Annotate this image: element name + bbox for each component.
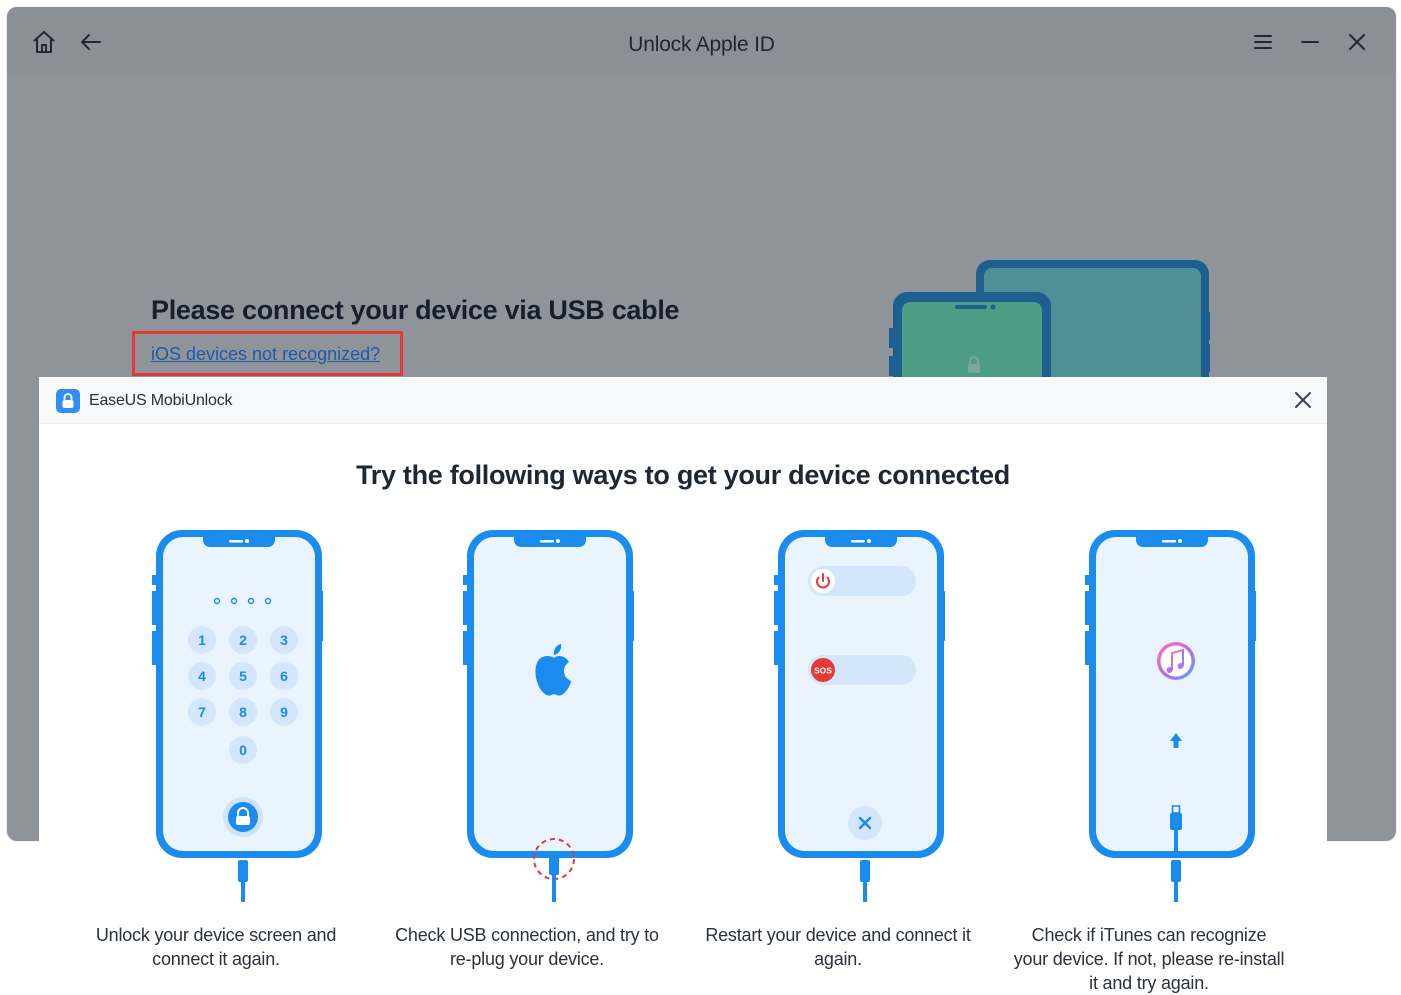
ios-not-recognized-link[interactable]: iOS devices not recognized?	[151, 344, 380, 365]
dialog-close-icon[interactable]	[1291, 388, 1315, 412]
key-7: 7	[198, 704, 206, 720]
title-bar: Unlock Apple ID	[7, 7, 1396, 73]
phone-passcode-icon: 1 2 3 4 5 6 7 8 9 0	[152, 530, 323, 902]
step-caption: Restart your device and connect it again…	[705, 925, 971, 969]
key-8: 8	[239, 704, 247, 720]
key-9: 9	[280, 704, 288, 720]
connect-heading: Please connect your device via USB cable	[151, 295, 680, 325]
cancel-icon	[848, 806, 882, 840]
app-logo-icon	[56, 389, 80, 413]
devices-illustration	[889, 260, 1210, 392]
close-icon[interactable]	[1343, 28, 1371, 56]
step-caption: Check if iTunes can recognize your devic…	[1013, 925, 1285, 993]
power-icon	[811, 569, 835, 593]
key-1: 1	[198, 632, 206, 648]
step-caption: Check USB connection, and try to re-plug…	[395, 925, 659, 969]
svg-text:SOS: SOS	[814, 666, 832, 676]
window-title: Unlock Apple ID	[628, 33, 775, 56]
dialog-title: Try the following ways to get your devic…	[356, 460, 1010, 490]
key-4: 4	[198, 668, 206, 684]
key-2: 2	[239, 632, 247, 648]
phone-restart-icon: SOS	[774, 530, 945, 902]
sos-icon: SOS	[811, 658, 835, 682]
step-caption: Unlock your device screen and connect it…	[95, 925, 337, 969]
dialog-header: EaseUS MobiUnlock	[39, 377, 1327, 424]
menu-icon[interactable]	[1249, 28, 1277, 56]
phone-apple-logo-icon	[463, 530, 634, 902]
phone-itunes-icon	[1085, 530, 1256, 902]
itunes-icon	[1157, 642, 1195, 680]
key-6: 6	[280, 668, 288, 684]
troubleshoot-dialog: EaseUS MobiUnlock Try the following ways…	[39, 377, 1327, 994]
minimize-icon[interactable]	[1296, 28, 1324, 56]
key-5: 5	[239, 668, 247, 684]
key-3: 3	[280, 632, 288, 648]
key-0: 0	[239, 742, 247, 758]
lock-icon	[223, 797, 263, 837]
dialog-app-name: EaseUS MobiUnlock	[89, 392, 233, 409]
